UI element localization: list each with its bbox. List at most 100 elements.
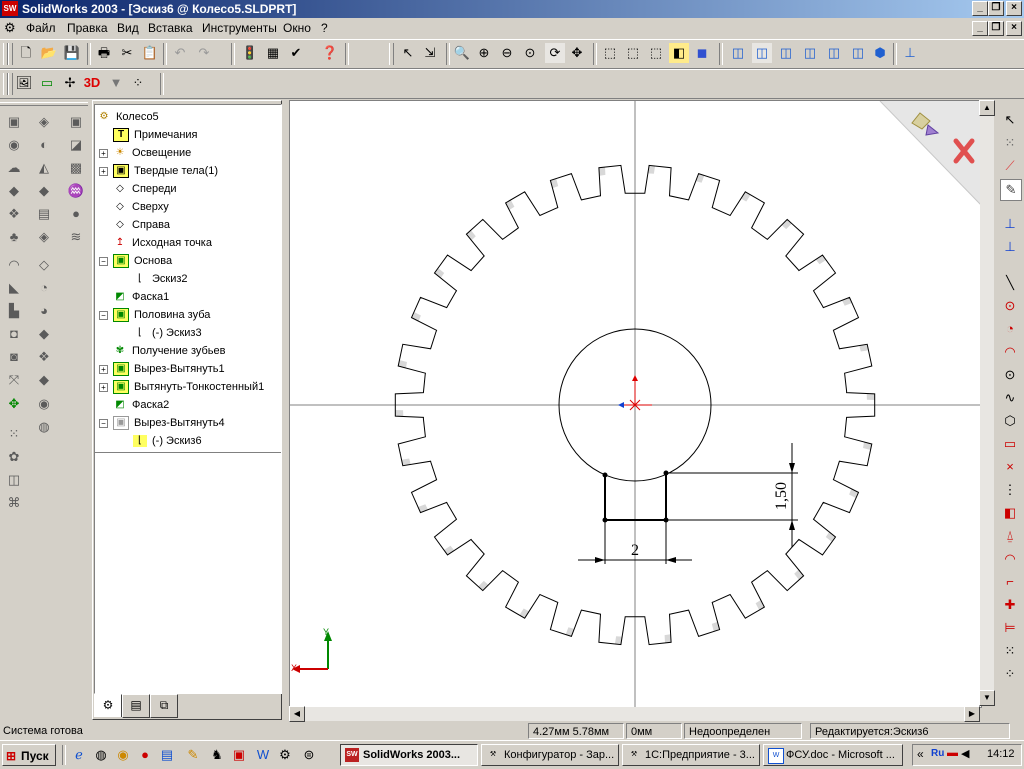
curve-icon[interactable]: ⌘ (4, 493, 24, 513)
tree-item-thin-extrude1[interactable]: ▣ Вытянуть-Тонкостенный1 (113, 378, 264, 396)
centerline-icon[interactable]: ⋮ (1000, 480, 1020, 500)
app-icon[interactable]: ▤ (158, 746, 176, 764)
pan-icon[interactable]: ✥ (567, 43, 587, 63)
menu-tools[interactable]: Инструменты (202, 21, 277, 35)
shaded-icon[interactable]: ◼ (692, 43, 712, 63)
trim-surface-icon[interactable]: ◆ (34, 370, 54, 390)
task-configurator[interactable]: ⚒ Конфигуратор - Зар... (481, 744, 619, 766)
tangent-arc-icon[interactable]: ◠ (1000, 342, 1020, 362)
select-arrow-icon[interactable]: ↖ (1000, 110, 1020, 130)
tree-item-teeth-pattern[interactable]: ✾ Получение зубьев (113, 342, 226, 360)
menu-help[interactable]: ? (321, 21, 328, 35)
tree-item-lighting[interactable]: ☀ Освещение (113, 144, 192, 162)
trim-icon[interactable]: ✚ (1000, 595, 1020, 615)
zoom-fit-icon[interactable]: 🔍 (452, 43, 472, 63)
image-icon[interactable]: 🖼 (14, 73, 34, 93)
extend-surface-icon[interactable]: ◉ (34, 394, 54, 414)
sketch-grid-icon[interactable]: ⁙ (1000, 133, 1020, 153)
help-pointer-icon[interactable]: ❓ (320, 43, 340, 63)
view-bottom-icon[interactable]: ◫ (848, 43, 868, 63)
media-icon[interactable]: ◍ (92, 746, 110, 764)
grid-icon[interactable]: ▦ (263, 43, 283, 63)
rib-icon[interactable]: ♣ (4, 227, 24, 247)
pattern-circular-icon[interactable]: ✿ (4, 447, 24, 467)
move-icon[interactable]: ✥ (4, 394, 24, 414)
zoom-area-icon[interactable]: ⊕ (474, 43, 494, 63)
offset-icon[interactable]: ⌐ (1000, 572, 1020, 592)
tree-item-solid-bodies[interactable]: ▣ Твердые тела(1) (113, 162, 218, 180)
tray-expand-icon[interactable]: « (917, 747, 924, 761)
surface-revolve-icon[interactable]: ◔ (34, 278, 54, 298)
opera-icon[interactable]: ● (136, 746, 154, 764)
split-line-icon[interactable]: ≋ (66, 227, 86, 247)
surface-loft-icon[interactable]: ◕ (34, 301, 54, 321)
tree-item-cut-extrude4[interactable]: ▣ Вырез-Вытянуть4 (113, 414, 225, 432)
display-relations-icon[interactable]: ⊥ (1000, 237, 1020, 257)
loft-cut-icon[interactable]: ◆ (34, 181, 54, 201)
view-front-icon[interactable]: ◫ (728, 43, 748, 63)
collapse-base-toggle[interactable]: − (99, 257, 108, 266)
task-1c[interactable]: ⚒ 1С:Предприятие - 3... (622, 744, 760, 766)
mirror-sketch-icon[interactable]: ◧ (1000, 503, 1020, 523)
ie-icon[interactable]: ℯ (70, 746, 88, 764)
tree-item-base[interactable]: ▣ Основа (113, 252, 172, 270)
close-button[interactable]: × (1006, 1, 1022, 16)
tree-item-right-plane[interactable]: ◇ Справа (113, 216, 170, 234)
language-indicator[interactable]: Ru (931, 748, 944, 759)
zoom-in-out-icon[interactable]: ⊖ (497, 43, 517, 63)
expand-thin-toggle[interactable]: + (99, 383, 108, 392)
start-button[interactable]: ⊞ Пуск (2, 744, 56, 766)
loft-icon[interactable]: ◆ (4, 181, 24, 201)
pattern-linear-icon[interactable]: ⁙ (4, 424, 24, 444)
rotate-icon[interactable]: ⟳ (545, 43, 565, 63)
tree-item-origin[interactable]: ↥ Исходная точка (113, 234, 212, 252)
collapse-cut4-toggle[interactable]: − (99, 419, 108, 428)
extrude-boss-icon[interactable]: ▣ (4, 112, 24, 132)
arc-icon[interactable]: ◔ (1000, 319, 1020, 339)
menu-insert[interactable]: Вставка (148, 21, 193, 35)
scroll-right-button[interactable]: ▶ (964, 706, 980, 722)
tab-feature-manager[interactable]: ⚙ (94, 694, 122, 717)
tree-item-chamfer1[interactable]: ◩ Фаска1 (113, 288, 169, 306)
library-icon[interactable]: ▼ (106, 73, 126, 93)
fill-surface-icon[interactable]: ◍ (34, 417, 54, 437)
tab-configuration-manager[interactable]: ⧉ (150, 694, 178, 718)
doc-close-button[interactable]: × (1006, 21, 1022, 36)
dome-icon[interactable]: ◙ (4, 347, 24, 367)
surface-extrude-icon[interactable]: ◇ (34, 255, 54, 275)
fillet-sketch-icon[interactable]: ⍙ (1000, 526, 1020, 546)
flag-icon[interactable]: ▬ (947, 747, 958, 759)
browser-icon[interactable]: ◉ (114, 746, 132, 764)
fillet-icon[interactable]: ◠ (4, 255, 24, 275)
tree-item-sketch3[interactable]: ⌊ (-) Эскиз3 (133, 324, 202, 342)
sketch-drawing[interactable]: 2 1,50 Y X (290, 101, 981, 707)
linear-pattern-sketch-icon[interactable]: ⁙ (1000, 641, 1020, 661)
helix-icon[interactable]: ♒ (66, 181, 86, 201)
redo-icon[interactable]: ↷ (194, 43, 214, 63)
volume-icon[interactable]: ◀ (961, 747, 969, 760)
wireframe-icon[interactable]: ⬚ (600, 43, 620, 63)
tree-item-sketch6[interactable]: ⌊ (-) Эскиз6 (133, 432, 202, 450)
dimension-height[interactable]: 1,50 (667, 443, 798, 547)
tree-item-annotations[interactable]: T Примечания (113, 126, 198, 144)
circular-pattern-sketch-icon[interactable]: ⁘ (1000, 664, 1020, 684)
projected-curve-icon[interactable]: ● (66, 204, 86, 224)
tree-item-sketch2[interactable]: ⌊ Эскиз2 (133, 270, 187, 288)
menu-view[interactable]: Вид (117, 21, 139, 35)
minimize-button[interactable]: _ (972, 1, 988, 16)
document-icon[interactable]: ⚙ (4, 20, 16, 36)
coord-system-icon[interactable]: ▩ (66, 158, 86, 178)
polygon-icon[interactable]: ⬡ (1000, 411, 1020, 431)
point-x-icon[interactable]: × (1000, 457, 1020, 477)
motion-icon[interactable]: ✢ (60, 73, 80, 93)
desktop-icon[interactable]: ⊜ (300, 746, 318, 764)
pencil-icon[interactable]: ✎ (184, 746, 202, 764)
spline-icon[interactable]: ∿ (1000, 388, 1020, 408)
extrude-cut-icon[interactable]: ◈ (34, 112, 54, 132)
chamfer-tool-icon[interactable]: ◣ (4, 278, 24, 298)
menu-file[interactable]: Файл (26, 21, 56, 35)
scale-icon[interactable]: ⤧ (4, 370, 24, 390)
tab-property-manager[interactable]: ▤ (122, 694, 150, 718)
tree-item-half-tooth[interactable]: ▣ Половина зуба (113, 306, 210, 324)
point-icon[interactable]: ▭ (1000, 434, 1020, 454)
